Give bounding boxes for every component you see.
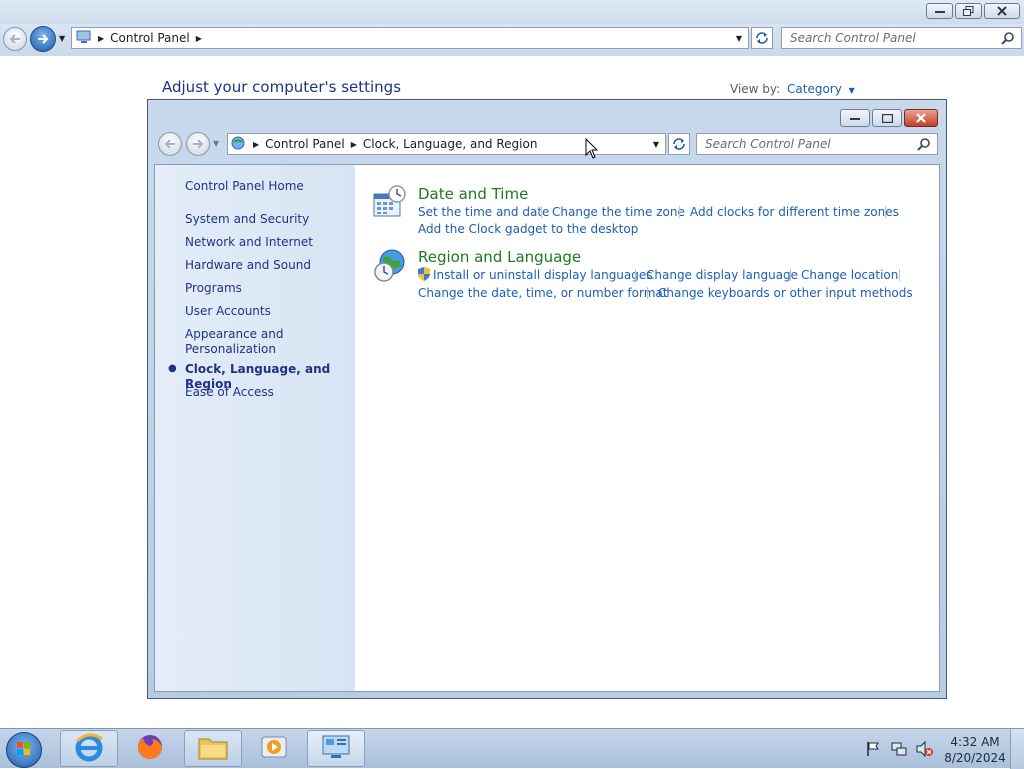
taskbar-control-panel[interactable] bbox=[307, 730, 365, 767]
sidebar-item-hardware-sound[interactable]: Hardware and Sound bbox=[185, 258, 350, 273]
search-input[interactable]: Search Control Panel bbox=[781, 27, 1022, 49]
link-change-location[interactable]: Change location bbox=[801, 268, 898, 282]
forward-button[interactable] bbox=[186, 132, 210, 156]
control-panel-icon bbox=[76, 30, 92, 47]
link-separator bbox=[679, 206, 680, 218]
breadcrumb-arrow-icon: ▶ bbox=[98, 33, 105, 43]
link-separator bbox=[885, 206, 886, 218]
link-install-uninstall-languages[interactable]: Install or uninstall display languages bbox=[433, 268, 653, 282]
taskbar-file-explorer[interactable] bbox=[184, 730, 242, 767]
page-title: Adjust your computer's settings bbox=[162, 78, 402, 96]
breadcrumb-arrow-icon[interactable]: ▶ bbox=[196, 34, 202, 43]
sidebar-item-control-panel-home[interactable]: Control Panel Home bbox=[185, 179, 350, 194]
background-navigation-bar: ▼ ▶ Control Panel ▶ ▼ Search Control Pan… bbox=[0, 24, 1024, 56]
restore-button[interactable] bbox=[955, 3, 982, 19]
mouse-cursor-icon bbox=[585, 137, 599, 163]
address-bar[interactable]: ▶ Control Panel ▶ ▼ bbox=[71, 27, 749, 49]
recent-pages-chevron-icon[interactable]: ▼ bbox=[59, 34, 65, 43]
maximize-button[interactable] bbox=[872, 109, 902, 127]
search-placeholder: Search Control Panel bbox=[790, 31, 916, 45]
control-panel-icon bbox=[320, 733, 352, 764]
link-separator bbox=[899, 269, 900, 281]
breadcrumb-arrow-icon[interactable]: ▶ bbox=[351, 140, 357, 149]
window-caption-buttons bbox=[840, 109, 938, 127]
breadcrumb-control-panel[interactable]: Control Panel bbox=[110, 31, 190, 45]
volume-muted-icon[interactable] bbox=[916, 740, 934, 760]
link-change-date-time-format[interactable]: Change the date, time, or number format bbox=[418, 286, 667, 300]
media-player-icon bbox=[259, 733, 289, 764]
action-center-flag-icon[interactable] bbox=[866, 741, 880, 760]
start-button[interactable] bbox=[6, 732, 42, 768]
window-navigation-bar: ▼ ▶ Control Panel ▶ Clock, Language, and… bbox=[154, 130, 940, 160]
shield-icon bbox=[418, 267, 430, 284]
breadcrumb-control-panel[interactable]: Control Panel bbox=[265, 137, 345, 151]
control-panel-icon bbox=[231, 136, 247, 153]
refresh-button[interactable] bbox=[751, 27, 773, 49]
clock-time: 4:32 AM bbox=[950, 735, 1000, 749]
clock-date: 8/20/2024 bbox=[944, 751, 1006, 765]
minimize-button[interactable] bbox=[840, 109, 870, 127]
view-by-label: View by: bbox=[730, 82, 781, 96]
address-dropdown-icon[interactable]: ▼ bbox=[653, 140, 659, 149]
link-add-clock-gadget[interactable]: Add the Clock gadget to the desktop bbox=[418, 222, 638, 236]
firefox-icon bbox=[135, 732, 165, 765]
category-date-and-time[interactable]: Date and Time bbox=[418, 185, 528, 203]
link-change-time-zone[interactable]: Change the time zone bbox=[552, 205, 685, 219]
minimize-button[interactable] bbox=[926, 3, 953, 19]
link-change-keyboards[interactable]: Change keyboards or other input methods bbox=[658, 286, 913, 300]
address-dropdown-icon[interactable]: ▼ bbox=[736, 34, 742, 43]
sidebar: Control Panel Home System and Security N… bbox=[155, 165, 355, 691]
link-separator bbox=[647, 287, 648, 299]
file-explorer-icon bbox=[197, 733, 229, 764]
sidebar-item-network-internet[interactable]: Network and Internet bbox=[185, 235, 350, 250]
view-by-value: Category bbox=[787, 82, 842, 96]
link-change-display-language[interactable]: Change display language bbox=[646, 268, 798, 282]
taskbar-media-player[interactable] bbox=[245, 730, 303, 767]
chevron-down-icon: ▼ bbox=[848, 86, 855, 95]
sidebar-item-user-accounts[interactable]: User Accounts bbox=[185, 304, 350, 319]
background-caption-buttons bbox=[926, 3, 1020, 19]
address-bar[interactable]: ▶ Control Panel ▶ Clock, Language, and R… bbox=[227, 133, 666, 155]
active-bullet-icon: ● bbox=[168, 363, 177, 374]
back-button[interactable] bbox=[158, 132, 182, 156]
network-icon[interactable] bbox=[891, 741, 907, 760]
window-content: Control Panel Home System and Security N… bbox=[154, 164, 940, 692]
internet-explorer-icon bbox=[74, 732, 104, 765]
system-clock[interactable]: 4:32 AM 8/20/2024 bbox=[940, 734, 1010, 766]
globe-clock-icon[interactable] bbox=[373, 248, 407, 287]
back-button[interactable] bbox=[3, 27, 27, 51]
sidebar-item-appearance-personalization[interactable]: Appearance and Personalization bbox=[185, 327, 295, 357]
taskbar-firefox[interactable] bbox=[121, 730, 179, 767]
forward-button[interactable] bbox=[30, 26, 56, 52]
sidebar-item-system-security[interactable]: System and Security bbox=[185, 212, 350, 227]
search-input[interactable]: Search Control Panel bbox=[696, 133, 938, 155]
show-desktop-button[interactable] bbox=[1010, 729, 1024, 769]
link-separator bbox=[790, 269, 791, 281]
search-icon[interactable] bbox=[1001, 31, 1015, 48]
clock-language-region-window: ▼ ▶ Control Panel ▶ Clock, Language, and… bbox=[147, 99, 947, 699]
refresh-button[interactable] bbox=[668, 133, 690, 155]
calendar-clock-icon[interactable] bbox=[373, 185, 407, 222]
close-button[interactable] bbox=[984, 3, 1020, 19]
category-region-and-language[interactable]: Region and Language bbox=[418, 248, 581, 266]
link-set-time-date[interactable]: Set the time and date bbox=[418, 205, 549, 219]
breadcrumb-arrow-icon: ▶ bbox=[253, 139, 260, 149]
sidebar-item-ease-of-access[interactable]: Ease of Access bbox=[185, 385, 350, 400]
taskbar: 4:32 AM 8/20/2024 bbox=[0, 728, 1024, 769]
view-by-dropdown[interactable]: Category ▼ bbox=[787, 82, 855, 96]
link-add-clocks[interactable]: Add clocks for different time zones bbox=[690, 205, 899, 219]
recent-pages-chevron-icon[interactable]: ▼ bbox=[213, 139, 219, 148]
close-button[interactable] bbox=[904, 109, 938, 127]
breadcrumb-clock-language-region[interactable]: Clock, Language, and Region bbox=[363, 137, 538, 151]
link-separator bbox=[541, 206, 542, 218]
sidebar-item-programs[interactable]: Programs bbox=[185, 281, 350, 296]
link-separator bbox=[635, 269, 636, 281]
background-title-bar bbox=[0, 0, 1024, 24]
search-icon[interactable] bbox=[917, 137, 931, 154]
taskbar-internet-explorer[interactable] bbox=[60, 730, 118, 767]
search-placeholder: Search Control Panel bbox=[705, 137, 831, 151]
